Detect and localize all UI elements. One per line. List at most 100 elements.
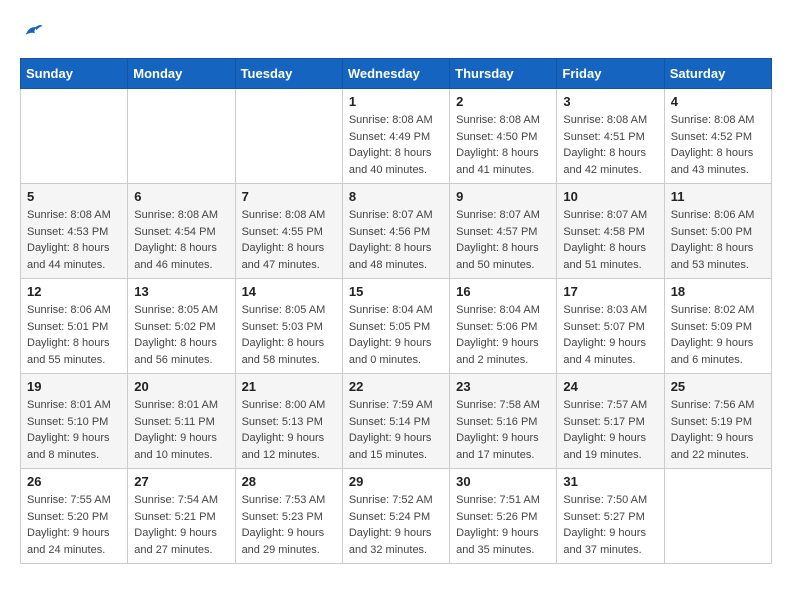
calendar-day-cell: 20 Sunrise: 8:01 AMSunset: 5:11 PMDaylig… [128, 374, 235, 469]
calendar-day-cell: 4 Sunrise: 8:08 AMSunset: 4:52 PMDayligh… [664, 89, 771, 184]
calendar-day-cell: 28 Sunrise: 7:53 AMSunset: 5:23 PMDaylig… [235, 469, 342, 564]
day-detail: Sunrise: 8:06 AMSunset: 5:01 PMDaylight:… [27, 302, 121, 368]
day-number: 29 [349, 474, 443, 489]
calendar-day-cell: 16 Sunrise: 8:04 AMSunset: 5:06 PMDaylig… [450, 279, 557, 374]
calendar-day-cell: 22 Sunrise: 7:59 AMSunset: 5:14 PMDaylig… [342, 374, 449, 469]
day-number: 4 [671, 94, 765, 109]
calendar-day-cell: 24 Sunrise: 7:57 AMSunset: 5:17 PMDaylig… [557, 374, 664, 469]
calendar-day-cell: 8 Sunrise: 8:07 AMSunset: 4:56 PMDayligh… [342, 184, 449, 279]
calendar-table: SundayMondayTuesdayWednesdayThursdayFrid… [20, 58, 772, 564]
calendar-day-cell: 29 Sunrise: 7:52 AMSunset: 5:24 PMDaylig… [342, 469, 449, 564]
calendar-day-cell [664, 469, 771, 564]
day-header-monday: Monday [128, 59, 235, 89]
calendar-week-row: 26 Sunrise: 7:55 AMSunset: 5:20 PMDaylig… [21, 469, 772, 564]
day-number: 9 [456, 189, 550, 204]
day-detail: Sunrise: 7:59 AMSunset: 5:14 PMDaylight:… [349, 397, 443, 463]
calendar-day-cell: 1 Sunrise: 8:08 AMSunset: 4:49 PMDayligh… [342, 89, 449, 184]
day-number: 8 [349, 189, 443, 204]
day-number: 3 [563, 94, 657, 109]
day-detail: Sunrise: 7:54 AMSunset: 5:21 PMDaylight:… [134, 492, 228, 558]
calendar-day-cell: 31 Sunrise: 7:50 AMSunset: 5:27 PMDaylig… [557, 469, 664, 564]
calendar-day-cell: 30 Sunrise: 7:51 AMSunset: 5:26 PMDaylig… [450, 469, 557, 564]
day-detail: Sunrise: 8:08 AMSunset: 4:55 PMDaylight:… [242, 207, 336, 273]
calendar-day-cell: 12 Sunrise: 8:06 AMSunset: 5:01 PMDaylig… [21, 279, 128, 374]
day-detail: Sunrise: 7:56 AMSunset: 5:19 PMDaylight:… [671, 397, 765, 463]
calendar-day-cell: 15 Sunrise: 8:04 AMSunset: 5:05 PMDaylig… [342, 279, 449, 374]
day-detail: Sunrise: 8:08 AMSunset: 4:51 PMDaylight:… [563, 112, 657, 178]
day-detail: Sunrise: 8:08 AMSunset: 4:49 PMDaylight:… [349, 112, 443, 178]
day-detail: Sunrise: 8:08 AMSunset: 4:53 PMDaylight:… [27, 207, 121, 273]
day-number: 19 [27, 379, 121, 394]
day-detail: Sunrise: 8:08 AMSunset: 4:52 PMDaylight:… [671, 112, 765, 178]
calendar-week-row: 5 Sunrise: 8:08 AMSunset: 4:53 PMDayligh… [21, 184, 772, 279]
day-number: 20 [134, 379, 228, 394]
calendar-day-cell: 2 Sunrise: 8:08 AMSunset: 4:50 PMDayligh… [450, 89, 557, 184]
day-detail: Sunrise: 7:57 AMSunset: 5:17 PMDaylight:… [563, 397, 657, 463]
day-detail: Sunrise: 7:50 AMSunset: 5:27 PMDaylight:… [563, 492, 657, 558]
day-number: 2 [456, 94, 550, 109]
calendar-day-cell: 3 Sunrise: 8:08 AMSunset: 4:51 PMDayligh… [557, 89, 664, 184]
day-detail: Sunrise: 8:03 AMSunset: 5:07 PMDaylight:… [563, 302, 657, 368]
day-header-saturday: Saturday [664, 59, 771, 89]
calendar-day-cell: 13 Sunrise: 8:05 AMSunset: 5:02 PMDaylig… [128, 279, 235, 374]
day-number: 22 [349, 379, 443, 394]
day-detail: Sunrise: 8:08 AMSunset: 4:50 PMDaylight:… [456, 112, 550, 178]
day-number: 11 [671, 189, 765, 204]
day-number: 14 [242, 284, 336, 299]
calendar-day-cell: 26 Sunrise: 7:55 AMSunset: 5:20 PMDaylig… [21, 469, 128, 564]
logo-bird-icon [22, 20, 44, 42]
page-header [20, 20, 772, 42]
calendar-week-row: 19 Sunrise: 8:01 AMSunset: 5:10 PMDaylig… [21, 374, 772, 469]
day-number: 13 [134, 284, 228, 299]
calendar-day-cell [235, 89, 342, 184]
calendar-day-cell: 27 Sunrise: 7:54 AMSunset: 5:21 PMDaylig… [128, 469, 235, 564]
calendar-day-cell: 18 Sunrise: 8:02 AMSunset: 5:09 PMDaylig… [664, 279, 771, 374]
day-number: 7 [242, 189, 336, 204]
day-number: 21 [242, 379, 336, 394]
calendar-day-cell [21, 89, 128, 184]
day-header-sunday: Sunday [21, 59, 128, 89]
day-detail: Sunrise: 7:52 AMSunset: 5:24 PMDaylight:… [349, 492, 443, 558]
day-number: 16 [456, 284, 550, 299]
day-number: 30 [456, 474, 550, 489]
calendar-day-cell [128, 89, 235, 184]
logo [20, 20, 44, 42]
day-number: 28 [242, 474, 336, 489]
day-detail: Sunrise: 8:02 AMSunset: 5:09 PMDaylight:… [671, 302, 765, 368]
day-number: 5 [27, 189, 121, 204]
day-detail: Sunrise: 8:08 AMSunset: 4:54 PMDaylight:… [134, 207, 228, 273]
calendar-day-cell: 19 Sunrise: 8:01 AMSunset: 5:10 PMDaylig… [21, 374, 128, 469]
day-number: 18 [671, 284, 765, 299]
calendar-day-cell: 11 Sunrise: 8:06 AMSunset: 5:00 PMDaylig… [664, 184, 771, 279]
calendar-header-row: SundayMondayTuesdayWednesdayThursdayFrid… [21, 59, 772, 89]
day-detail: Sunrise: 8:04 AMSunset: 5:06 PMDaylight:… [456, 302, 550, 368]
calendar-day-cell: 10 Sunrise: 8:07 AMSunset: 4:58 PMDaylig… [557, 184, 664, 279]
day-number: 23 [456, 379, 550, 394]
calendar-day-cell: 25 Sunrise: 7:56 AMSunset: 5:19 PMDaylig… [664, 374, 771, 469]
calendar-day-cell: 7 Sunrise: 8:08 AMSunset: 4:55 PMDayligh… [235, 184, 342, 279]
calendar-day-cell: 9 Sunrise: 8:07 AMSunset: 4:57 PMDayligh… [450, 184, 557, 279]
day-number: 25 [671, 379, 765, 394]
calendar-week-row: 1 Sunrise: 8:08 AMSunset: 4:49 PMDayligh… [21, 89, 772, 184]
calendar-day-cell: 17 Sunrise: 8:03 AMSunset: 5:07 PMDaylig… [557, 279, 664, 374]
calendar-day-cell: 14 Sunrise: 8:05 AMSunset: 5:03 PMDaylig… [235, 279, 342, 374]
day-number: 26 [27, 474, 121, 489]
day-detail: Sunrise: 8:07 AMSunset: 4:57 PMDaylight:… [456, 207, 550, 273]
day-number: 24 [563, 379, 657, 394]
day-number: 6 [134, 189, 228, 204]
day-detail: Sunrise: 8:00 AMSunset: 5:13 PMDaylight:… [242, 397, 336, 463]
calendar-day-cell: 5 Sunrise: 8:08 AMSunset: 4:53 PMDayligh… [21, 184, 128, 279]
day-detail: Sunrise: 8:06 AMSunset: 5:00 PMDaylight:… [671, 207, 765, 273]
day-detail: Sunrise: 8:07 AMSunset: 4:56 PMDaylight:… [349, 207, 443, 273]
day-detail: Sunrise: 7:51 AMSunset: 5:26 PMDaylight:… [456, 492, 550, 558]
day-number: 1 [349, 94, 443, 109]
calendar-day-cell: 6 Sunrise: 8:08 AMSunset: 4:54 PMDayligh… [128, 184, 235, 279]
day-detail: Sunrise: 8:05 AMSunset: 5:02 PMDaylight:… [134, 302, 228, 368]
day-detail: Sunrise: 7:58 AMSunset: 5:16 PMDaylight:… [456, 397, 550, 463]
day-detail: Sunrise: 7:55 AMSunset: 5:20 PMDaylight:… [27, 492, 121, 558]
day-detail: Sunrise: 8:07 AMSunset: 4:58 PMDaylight:… [563, 207, 657, 273]
day-detail: Sunrise: 7:53 AMSunset: 5:23 PMDaylight:… [242, 492, 336, 558]
calendar-day-cell: 21 Sunrise: 8:00 AMSunset: 5:13 PMDaylig… [235, 374, 342, 469]
day-header-wednesday: Wednesday [342, 59, 449, 89]
day-header-tuesday: Tuesday [235, 59, 342, 89]
